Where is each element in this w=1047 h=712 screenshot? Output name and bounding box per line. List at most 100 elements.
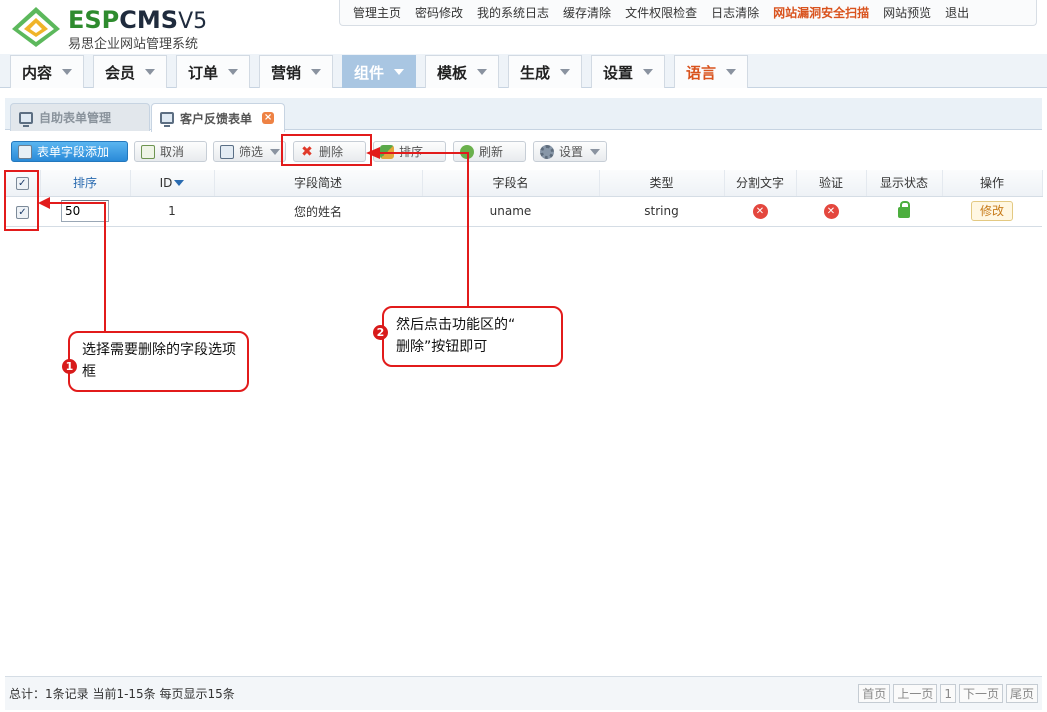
header-sort[interactable]: 排序 — [40, 170, 131, 197]
top-links-bar: 管理主页 密码修改 我的系统日志 缓存清除 文件权限检查 日志清除 网站漏洞安全… — [339, 0, 1037, 26]
filter-icon — [220, 144, 234, 159]
logo-version: V5 — [178, 9, 208, 34]
top-link-clear-logs[interactable]: 日志清除 — [711, 4, 759, 21]
filter-button[interactable]: 筛选 — [213, 141, 286, 162]
logo-cms: CMS — [119, 6, 179, 34]
top-link-password[interactable]: 密码修改 — [415, 4, 463, 21]
chevron-down-icon — [394, 69, 404, 75]
add-field-label: 表单字段添加 — [37, 145, 110, 159]
top-link-clear-cache[interactable]: 缓存清除 — [563, 4, 611, 21]
chevron-down-icon — [145, 69, 155, 75]
cancel-button[interactable]: 取消 — [134, 141, 207, 162]
prev-page-button[interactable]: 上一页 — [893, 684, 938, 703]
no-icon[interactable]: ✕ — [823, 204, 839, 219]
main-tab-generate[interactable]: 生成 — [508, 55, 582, 88]
top-link-file-permission[interactable]: 文件权限检查 — [625, 4, 697, 21]
add-field-button[interactable]: 表单字段添加 — [11, 141, 128, 162]
settings-button[interactable]: 设置 — [533, 141, 607, 162]
close-icon[interactable]: × — [262, 112, 275, 124]
refresh-label: 刷新 — [479, 145, 504, 159]
main-tab-marketing[interactable]: 营销 — [259, 55, 333, 88]
main-tab-components[interactable]: 组件 — [342, 55, 416, 88]
top-link-home[interactable]: 管理主页 — [353, 4, 401, 21]
main-tab-settings[interactable]: 设置 — [591, 55, 665, 88]
annotation-line — [467, 152, 469, 308]
chevron-down-icon — [228, 69, 238, 75]
settings-label: 设置 — [559, 145, 584, 159]
highlight-checkbox-box — [4, 170, 39, 231]
header-id[interactable]: ID — [130, 170, 215, 197]
main-tab-label: 模板 — [436, 63, 467, 82]
main-tab-label: 订单 — [187, 63, 218, 82]
row-split-cell: ✕ — [724, 196, 796, 227]
cancel-label: 取消 — [160, 145, 185, 159]
main-tab-language[interactable]: 语言 — [674, 55, 748, 88]
chevron-down-icon — [477, 69, 487, 75]
edit-button[interactable]: 修改 — [970, 201, 1013, 221]
main-tab-orders[interactable]: 订单 — [176, 55, 250, 88]
chevron-down-icon — [311, 69, 321, 75]
row-id: 1 — [130, 196, 214, 227]
callout-1-text: 选择需要删除的字段选项框 — [82, 342, 236, 380]
top-link-logout[interactable]: 退出 — [945, 4, 969, 21]
top-link-my-logs[interactable]: 我的系统日志 — [477, 4, 549, 21]
main-tab-label: 设置 — [602, 63, 633, 82]
header-type: 类型 — [599, 170, 725, 197]
chevron-down-icon — [560, 69, 570, 75]
current-page[interactable]: 1 — [940, 684, 956, 703]
table-header-row: ✓ 排序 ID 字段简述 字段名 类型 分割文字 验证 显示状态 操作 — [5, 170, 1043, 197]
logo: ESPCMSV5 易思企业网站管理系统 — [10, 3, 240, 52]
logo-esp: ESP — [68, 6, 120, 34]
header-split: 分割文字 — [724, 170, 797, 197]
header-action: 操作 — [942, 170, 1043, 197]
arrowhead-left-icon — [38, 197, 50, 209]
annotation-callout-2: 然后点击功能区的“ 删除”按钮即可 — [382, 306, 563, 367]
header: ESPCMSV5 易思企业网站管理系统 管理主页 密码修改 我的系统日志 缓存清… — [0, 0, 1047, 56]
no-icon[interactable]: ✕ — [752, 204, 768, 219]
first-page-button[interactable]: 首页 — [858, 684, 891, 703]
header-desc: 字段简述 — [214, 170, 423, 197]
main-tab-members[interactable]: 会员 — [93, 55, 167, 88]
main-nav: 内容 会员 订单 营销 组件 模板 生成 设置 语言 — [0, 54, 1047, 88]
row-validate-cell: ✕ — [796, 196, 866, 227]
chevron-down-icon — [590, 148, 601, 155]
tab-form-management[interactable]: 自助表单管理 — [10, 103, 150, 131]
callout-number-2: 2 — [373, 325, 388, 340]
tab-label: 客户反馈表单 — [180, 111, 253, 126]
header-id-label: ID — [159, 175, 173, 190]
footer-bar: 总计：1条记录 当前1-15条 每页显示15条 首页 上一页 1 下一页 尾页 — [5, 676, 1042, 710]
main-tab-content[interactable]: 内容 — [10, 55, 84, 88]
main-tab-label: 会员 — [104, 63, 135, 82]
main-tab-label: 语言 — [685, 63, 716, 82]
row-action-cell: 修改 — [942, 196, 1042, 227]
row-sort-cell — [40, 196, 130, 227]
top-link-security-scan[interactable]: 网站漏洞安全扫描 — [773, 4, 869, 21]
filter-label: 筛选 — [239, 145, 264, 159]
logo-icon — [12, 7, 60, 47]
logo-wordmark: ESPCMSV5 — [68, 6, 207, 36]
add-form-icon — [18, 144, 32, 159]
annotation-callout-1: 选择需要删除的字段选项框 — [68, 331, 249, 392]
header-validate: 验证 — [796, 170, 867, 197]
chevron-down-icon — [643, 69, 653, 75]
sub-tabs-bar: 自助表单管理 客户反馈表单 × — [5, 98, 1042, 132]
highlight-delete-box — [281, 134, 372, 166]
tab-customer-feedback[interactable]: 客户反馈表单 × — [151, 103, 285, 132]
last-page-button[interactable]: 尾页 — [1005, 684, 1038, 703]
top-link-preview[interactable]: 网站预览 — [883, 4, 931, 21]
pagination: 首页 上一页 1 下一页 尾页 — [858, 684, 1038, 703]
window-icon — [160, 112, 174, 127]
callout-number-1: 1 — [62, 359, 77, 374]
toolbar: 表单字段添加 取消 筛选 ✖删除 排序 刷新 设置 — [5, 136, 1042, 168]
window-icon — [19, 111, 33, 127]
callout-2-line-1: 然后点击功能区的“ — [396, 317, 516, 333]
sort-desc-icon — [174, 180, 185, 187]
row-type: string — [599, 196, 724, 227]
chevron-down-icon — [270, 148, 281, 155]
main-tab-label: 营销 — [270, 63, 301, 82]
next-page-button[interactable]: 下一页 — [958, 684, 1003, 703]
logo-subtitle: 易思企业网站管理系统 — [68, 37, 199, 52]
table-row: ✓ 1 您的姓名 uname string ✕ ✕ 修改 — [5, 196, 1042, 227]
main-tab-templates[interactable]: 模板 — [425, 55, 499, 88]
unlock-icon[interactable] — [898, 201, 910, 218]
